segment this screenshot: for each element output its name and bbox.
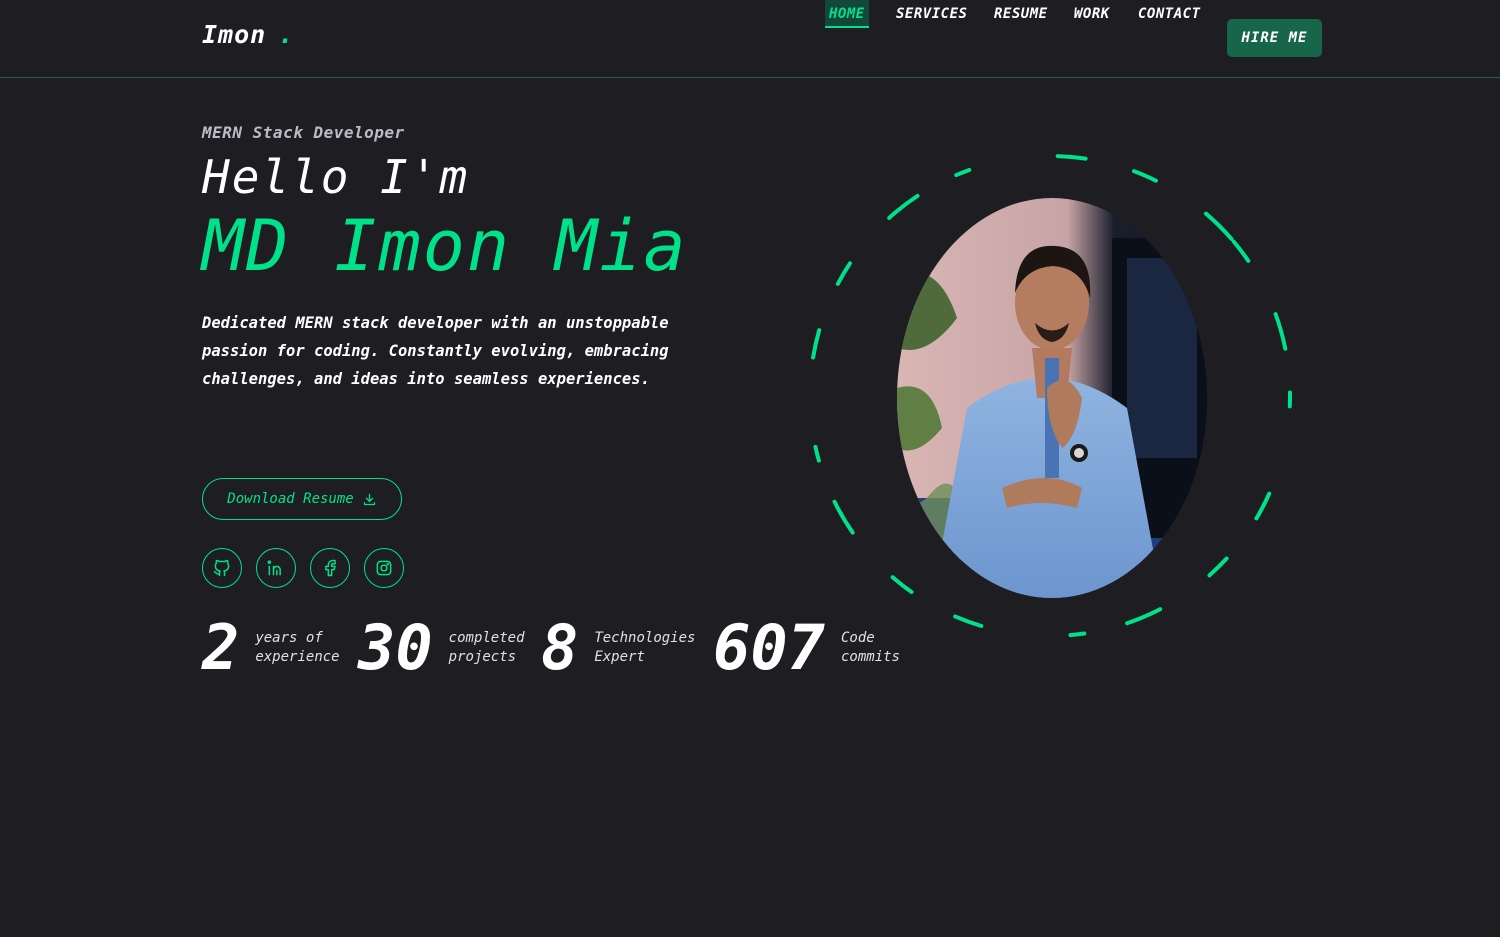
stat-label-line2: projects bbox=[448, 649, 517, 665]
download-resume-label: Download Resume bbox=[227, 491, 354, 507]
stat-label: completed projects bbox=[449, 629, 525, 667]
nav-resume[interactable]: RESUME bbox=[994, 0, 1048, 28]
logo-text: Imon bbox=[202, 20, 267, 49]
instagram-link[interactable] bbox=[364, 548, 404, 588]
stat-experience: 2 years of experience bbox=[202, 612, 340, 684]
github-link[interactable] bbox=[202, 548, 242, 588]
stat-label: years of experience bbox=[255, 629, 339, 667]
download-resume-button[interactable]: Download Resume bbox=[202, 478, 402, 520]
nav-services[interactable]: SERVICES bbox=[896, 0, 967, 28]
portrait-illustration bbox=[897, 198, 1207, 598]
linkedin-icon bbox=[267, 560, 281, 576]
stat-label-line1: completed bbox=[448, 630, 525, 646]
stat-label: Technologies Expert bbox=[594, 629, 695, 667]
linkedin-link[interactable] bbox=[256, 548, 296, 588]
stat-value: 30 bbox=[358, 611, 433, 684]
profile-photo-area bbox=[802, 148, 1298, 644]
facebook-icon bbox=[325, 559, 336, 577]
name-heading: MD Imon Mia bbox=[202, 205, 688, 287]
instagram-icon bbox=[376, 560, 392, 576]
logo-dot: . bbox=[278, 20, 295, 49]
greeting-heading: Hello I'm bbox=[202, 150, 470, 204]
nav-work[interactable]: WORK bbox=[1074, 0, 1110, 28]
stat-label-line1: years of bbox=[255, 630, 323, 646]
stat-label-line2: commits bbox=[840, 649, 900, 665]
facebook-link[interactable] bbox=[310, 548, 350, 588]
stat-label-line2: Expert bbox=[594, 649, 645, 665]
stat-label-line2: experience bbox=[255, 649, 340, 665]
hero-description: Dedicated MERN stack developer with an u… bbox=[202, 314, 669, 388]
download-icon bbox=[363, 493, 375, 505]
nav-contact[interactable]: CONTACT bbox=[1138, 0, 1201, 28]
site-header: Imon. HOME SERVICES RESUME WORK CONTACT … bbox=[0, 0, 1500, 78]
profile-photo bbox=[897, 198, 1207, 598]
nav-home[interactable]: HOME bbox=[825, 0, 869, 28]
stat-label-line1: Technologies bbox=[594, 630, 696, 646]
role-subtitle: MERN Stack Developer bbox=[202, 123, 405, 142]
stat-value: 8 bbox=[541, 611, 579, 684]
logo[interactable]: Imon. bbox=[202, 20, 294, 49]
stat-projects: 30 completed projects bbox=[358, 612, 525, 684]
hire-me-button[interactable]: HIRE ME bbox=[1227, 19, 1322, 57]
github-icon bbox=[213, 559, 230, 577]
stat-technologies: 8 Technologies Expert bbox=[541, 612, 695, 684]
stat-value: 2 bbox=[202, 611, 240, 684]
